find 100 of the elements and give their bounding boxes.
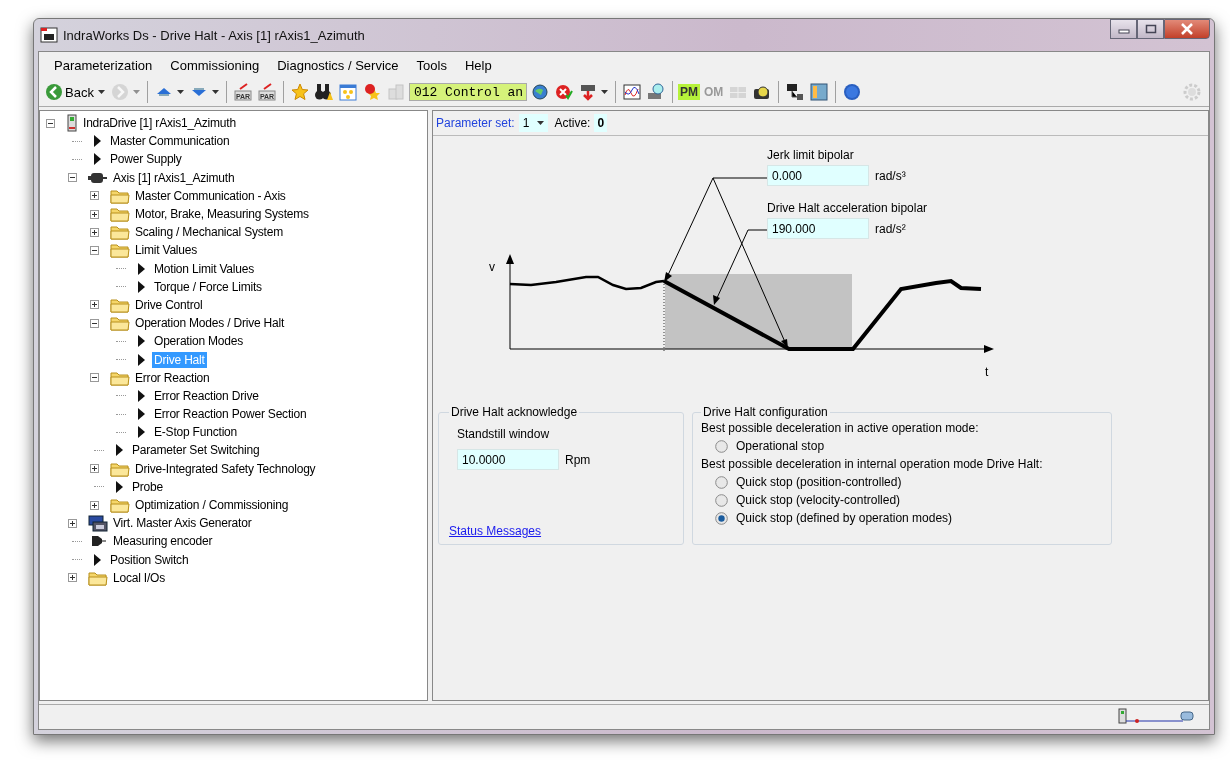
tree-item[interactable]: Error Reaction Drive: [152, 387, 261, 404]
input-field[interactable]: 10.0000: [457, 449, 559, 470]
tree-item[interactable]: Error Reaction Power Section: [152, 406, 309, 423]
expand-icon[interactable]: [90, 300, 99, 310]
radio-option[interactable]: Operational stop: [701, 439, 1101, 453]
camera-icon: [753, 83, 772, 101]
collapse-icon[interactable]: [68, 173, 77, 183]
calendar-icon: [338, 83, 357, 101]
download-par-icon: [257, 83, 276, 101]
radio-option[interactable]: Quick stop (velocity-controlled): [701, 493, 1101, 507]
app-icon: [40, 27, 58, 43]
parameter-set-label: Parameter set:: [436, 116, 515, 130]
collapse-icon[interactable]: [46, 118, 55, 128]
tree-item[interactable]: Virt. Master Axis Generator: [111, 515, 254, 532]
input-field[interactable]: 190.000: [767, 218, 869, 239]
caret-icon: [600, 90, 608, 94]
radio-option[interactable]: Quick stop (position-controlled): [701, 475, 1101, 489]
unit-label: rad/s²: [875, 221, 906, 236]
radio-button[interactable]: [715, 493, 728, 507]
tree-item[interactable]: Master Communication: [108, 133, 232, 150]
radio-button[interactable]: [715, 475, 728, 489]
expand-icon[interactable]: [68, 573, 77, 583]
folder-icon: [110, 224, 130, 241]
tree-item[interactable]: Drive Control: [133, 296, 205, 313]
triangle-icon: [136, 279, 146, 294]
tree-item[interactable]: Limit Values: [133, 242, 200, 259]
tree-item[interactable]: Power Supply: [108, 151, 184, 168]
maximize-icon: [1144, 24, 1157, 34]
menu-item[interactable]: Tools: [407, 57, 456, 73]
collapse-icon[interactable]: [90, 245, 99, 255]
tree-item[interactable]: Motor, Brake, Measuring Systems: [133, 206, 311, 223]
caret-icon: [97, 90, 105, 94]
radio-button[interactable]: [715, 439, 728, 453]
menu-item[interactable]: Help: [455, 57, 501, 73]
caret-icon: [132, 90, 140, 94]
field-label: Standstill window: [457, 427, 551, 441]
expand-icon[interactable]: [90, 500, 99, 510]
expand-icon[interactable]: [90, 464, 99, 474]
caret-icon: [176, 90, 184, 94]
settings-icon: [1183, 83, 1201, 101]
drive-icon: [66, 114, 78, 133]
tree-item[interactable]: Torque / Force Limits: [152, 278, 264, 295]
active-value: 0: [594, 114, 608, 132]
tree-item[interactable]: Drive-Integrated Safety Technology: [133, 460, 318, 477]
menu-item[interactable]: Commissioning: [161, 57, 269, 73]
menu-item[interactable]: Parameterization: [45, 57, 162, 73]
tree-item[interactable]: Operation Modes / Drive Halt: [133, 315, 287, 332]
input-field[interactable]: 0.000: [767, 165, 869, 186]
radio-button[interactable]: [715, 511, 728, 525]
network-icon: [786, 83, 805, 101]
connection-icon: [1117, 708, 1197, 726]
triangle-icon: [136, 407, 146, 422]
triangle-icon: [136, 425, 146, 440]
collapse-icon[interactable]: [90, 318, 99, 328]
oscilloscope-icon: [622, 83, 641, 101]
status-field[interactable]: 012 Control an: [408, 83, 527, 101]
radio-option[interactable]: Quick stop (defined by operation modes): [701, 511, 1101, 525]
expand-icon[interactable]: [68, 518, 77, 528]
tree-item[interactable]: Probe: [130, 478, 166, 495]
folder-icon: [110, 187, 130, 204]
tree-item[interactable]: Local I/Os: [111, 569, 168, 586]
expand-icon[interactable]: [90, 191, 99, 201]
tree-item[interactable]: Position Switch: [108, 551, 191, 568]
forward-icon: [110, 83, 129, 101]
triangle-icon: [114, 443, 124, 458]
parameter-set-dropdown[interactable]: 1: [518, 114, 549, 132]
mode-button[interactable]: PM: [677, 84, 700, 100]
collapse-icon[interactable]: [90, 373, 99, 383]
status-messages-link[interactable]: Status Messages: [449, 524, 673, 538]
minimize-button[interactable]: [1110, 19, 1137, 39]
display-icon: [810, 83, 829, 101]
tree-item[interactable]: Optimization / Commissioning: [133, 497, 291, 514]
binoculars-icon: [314, 83, 333, 101]
active-label: Active:: [554, 116, 591, 130]
folder-icon: [110, 497, 130, 514]
tree-item[interactable]: Axis [1] rAxis1_Azimuth: [111, 169, 237, 186]
tree-item[interactable]: Operation Modes: [152, 333, 246, 350]
tree-item[interactable]: Parameter Set Switching: [130, 442, 262, 459]
download-icon: [578, 83, 597, 101]
tree-item[interactable]: E-Stop Function: [152, 424, 240, 441]
triangle-icon: [136, 352, 146, 367]
close-button[interactable]: [1164, 19, 1210, 39]
triangle-icon: [92, 552, 102, 567]
unit-label: rad/s³: [875, 168, 906, 183]
tree-item[interactable]: Scaling / Mechanical System: [133, 224, 285, 241]
maximize-button[interactable]: [1137, 19, 1164, 39]
tree-item[interactable]: Master Communication - Axis: [133, 187, 288, 204]
tree-item[interactable]: Motion Limit Values: [152, 260, 257, 277]
back-button[interactable]: Back: [43, 80, 107, 104]
tree-item[interactable]: Measuring encoder: [111, 533, 215, 550]
tree-item[interactable]: Error Reaction: [133, 369, 212, 386]
menu-item[interactable]: Diagnostics / Service: [268, 57, 408, 73]
expand-icon[interactable]: [90, 209, 99, 219]
expand-icon[interactable]: [90, 227, 99, 237]
field-label: Drive Halt acceleration bipolar: [767, 201, 928, 215]
tree-item[interactable]: IndraDrive [1] rAxis1_Azimuth: [81, 115, 238, 132]
folder-icon: [110, 242, 130, 259]
window-title: IndraWorks Ds - Drive Halt - Axis [1] rAxis1_Azimuth: [63, 27, 365, 43]
triangle-icon: [114, 479, 124, 494]
display-button[interactable]: [808, 80, 831, 104]
